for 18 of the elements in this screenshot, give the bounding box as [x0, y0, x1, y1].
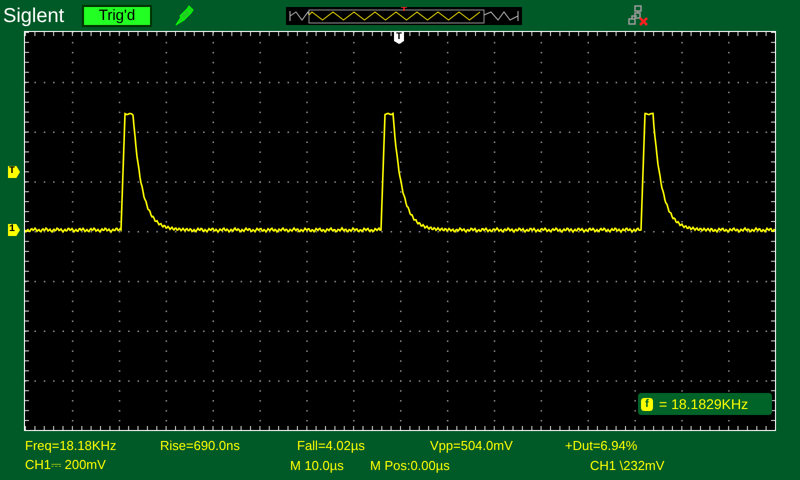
- measurement-readout: Fall=4.02µs: [297, 438, 366, 452]
- trigger-level-marker[interactable]: T: [8, 166, 20, 178]
- trigger-position-marker[interactable]: T: [394, 32, 404, 44]
- time-position-readout: M Pos:0.00µs: [370, 458, 451, 472]
- network-disconnected-icon: [627, 5, 649, 27]
- trigger-status: Trig'd: [82, 5, 152, 27]
- brand-label: Siglent: [3, 4, 66, 28]
- trigger-readout: CH1 \232mV: [590, 458, 666, 472]
- timebase-readout: M 10.0µs: [290, 458, 345, 472]
- measurement-readout: Vpp=504.0mV: [430, 438, 514, 452]
- probe-icon: [174, 5, 194, 27]
- frequency-label: f: [641, 398, 653, 410]
- channel-scale-readout: CH1⎓ 200mV: [25, 457, 107, 473]
- frequency-value: = 18.1829KHz: [659, 396, 748, 412]
- measurement-readout: +Dut=6.94%: [565, 438, 638, 452]
- measurement-readout: Rise=690.0ns: [160, 438, 241, 452]
- channel-marker[interactable]: 1: [8, 224, 20, 236]
- measurement-readout: Freq=18.18KHz: [25, 438, 118, 452]
